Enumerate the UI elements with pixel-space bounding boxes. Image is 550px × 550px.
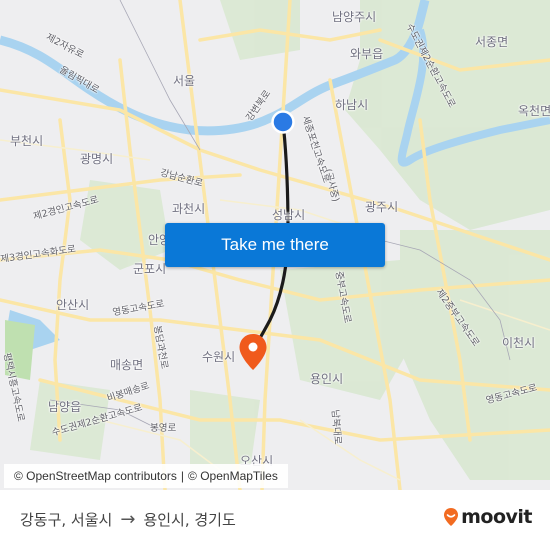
attribution-separator: | — [180, 469, 185, 483]
moovit-wordmark: moovit — [461, 506, 532, 528]
route-summary: 강동구, 서울시 → 용인시, 경기도 — [20, 509, 236, 530]
omt-attribution-link[interactable]: © OpenMapTiles — [188, 469, 278, 483]
label-bucheon: 부천시 — [10, 134, 44, 148]
label-namyangju: 남양주시 — [332, 10, 377, 24]
map-attribution: © OpenStreetMap contributors | © OpenMap… — [4, 464, 288, 488]
label-suwon: 수원시 — [202, 350, 236, 364]
label-gwangmyeong: 광명시 — [80, 152, 114, 166]
label-seojong: 서종면 — [475, 35, 509, 49]
label-road-nambuk: 남북대로 — [328, 409, 343, 446]
label-maesong: 매송면 — [110, 358, 144, 372]
osm-attribution-link[interactable]: © OpenStreetMap contributors — [14, 469, 177, 483]
origin-name: 강동구, 서울시 — [20, 511, 113, 529]
moovit-logo[interactable]: moovit — [443, 506, 532, 528]
label-gunpo: 군포시 — [133, 262, 167, 276]
destination-name: 용인시, 경기도 — [143, 511, 236, 529]
label-road-bongyeong: 봉영로 — [150, 423, 177, 434]
label-icheon: 이천시 — [502, 336, 536, 350]
label-namyang: 남양읍 — [48, 400, 82, 414]
footer: 강동구, 서울시 → 용인시, 경기도 moovit — [0, 490, 550, 550]
destination-marker[interactable] — [238, 333, 268, 371]
label-wabu: 와부읍 — [350, 47, 384, 61]
origin-marker[interactable] — [271, 110, 295, 134]
label-gwangju: 광주시 — [365, 200, 399, 214]
map[interactable]: 서울 남양주시 와부읍 서종면 하남시 옥천면 부천시 광명시 과천시 성남시 … — [0, 0, 550, 490]
label-okcheon: 옥천면 — [518, 104, 550, 118]
arrow-right-icon: → — [120, 509, 136, 530]
label-seongnam: 성남시 — [272, 208, 306, 222]
label-gwacheon: 과천시 — [172, 202, 206, 216]
take-me-there-button[interactable]: Take me there — [165, 223, 385, 267]
label-ansan: 안산시 — [56, 298, 90, 312]
label-yongin: 용인시 — [310, 372, 344, 386]
label-hanam: 하남시 — [335, 98, 369, 112]
moovit-pin-icon — [444, 508, 459, 526]
label-seoul: 서울 — [173, 74, 196, 88]
